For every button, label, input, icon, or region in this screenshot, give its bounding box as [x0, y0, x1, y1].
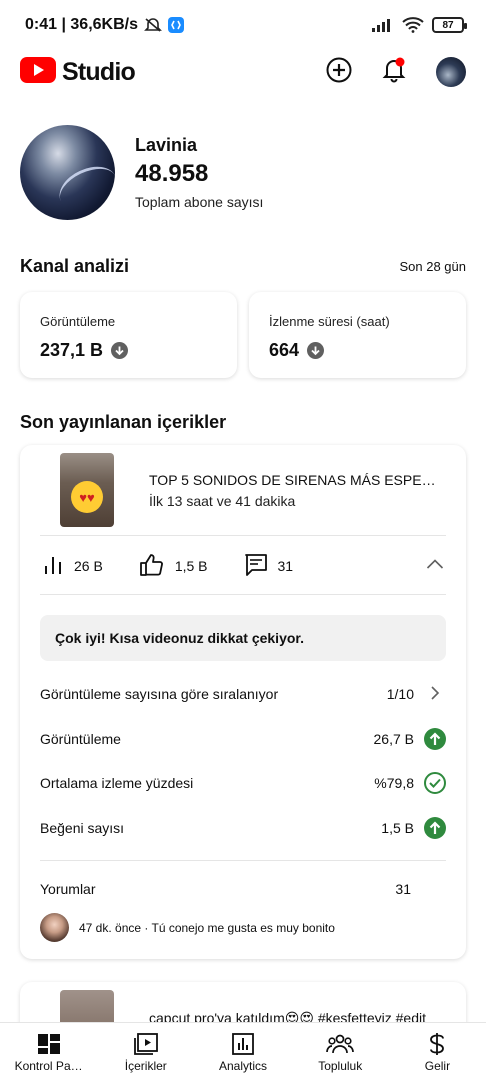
analytics-range: Son 28 gün	[399, 259, 466, 274]
logo-text: Studio	[62, 57, 136, 86]
wifi-icon	[402, 17, 424, 33]
video-thumbnail[interactable]: ♥♥	[60, 453, 114, 527]
comment-text: 47 dk. önce · Tú conejo me gusta es muy …	[79, 920, 335, 935]
heart-eyes-emoji-icon: ♥♥	[71, 481, 103, 513]
dashboard-icon	[37, 1033, 61, 1055]
mute-icon	[144, 17, 162, 33]
thumbs-up-icon	[139, 553, 165, 580]
nav-community-label: Topluluk	[318, 1059, 363, 1073]
video-row[interactable]: ♥♥ TOP 5 SONIDOS DE SIRENAS MÁS ESPELUZ……	[60, 453, 446, 527]
likes-metric: 1,5 B	[139, 553, 208, 580]
video-period: İlk 13 saat ve 41 dakika	[149, 492, 296, 509]
views-card[interactable]: Görüntüleme 237,1 B	[20, 292, 237, 378]
create-icon[interactable]	[326, 57, 352, 88]
account-avatar[interactable]	[436, 57, 466, 87]
rank-row[interactable]: Görüntüleme sayısına göre sıralanıyor 1/…	[40, 679, 446, 709]
subscriber-count: 48.958	[135, 160, 209, 187]
analytics-icon	[232, 1033, 254, 1055]
rank-label: Görüntüleme sayısına göre sıralanıyor	[40, 686, 279, 702]
subscriber-label: Toplam abone sayısı	[135, 194, 264, 210]
views-detail-value: 26,7 B	[373, 731, 414, 747]
youtube-logo-icon	[20, 56, 56, 88]
watchtime-card[interactable]: İzlenme süresi (saat) 664	[249, 292, 466, 378]
collapse-chevron-icon[interactable]	[426, 557, 444, 575]
chevron-right-icon	[424, 684, 446, 705]
channel-profile: Lavinia 48.958 Toplam abone sayısı	[20, 125, 263, 220]
trend-down-icon	[111, 342, 129, 359]
comment-icon	[244, 553, 268, 580]
nav-earn-label: Gelir	[424, 1059, 451, 1073]
views-card-value: 237,1 B	[40, 340, 104, 360]
nav-analytics-label: Analytics	[218, 1059, 268, 1073]
notifications-icon[interactable]	[382, 57, 406, 88]
app-header: Studio	[0, 52, 486, 92]
comments-detail-row[interactable]: Yorumlar 31	[40, 874, 411, 904]
nav-dashboard-label: Kontrol Pa…	[14, 1059, 83, 1073]
trend-down-icon	[307, 342, 325, 359]
views-metric-value: 26 B	[74, 558, 103, 574]
comments-detail-label: Yorumlar	[40, 881, 96, 897]
views-detail-row: Görüntüleme 26,7 B	[40, 724, 446, 754]
likes-metric-value: 1,5 B	[174, 558, 208, 574]
performance-banner: Çok iyi! Kısa videonuz dikkat çekiyor.	[40, 615, 446, 661]
nav-content-label: İçerikler	[124, 1059, 167, 1073]
bottom-navigation: Kontrol Pa… İçerikler Analytics Topluluk…	[0, 1022, 486, 1080]
comments-detail-value: 31	[395, 881, 411, 897]
trend-up-icon	[424, 817, 446, 839]
views-bars-icon	[42, 554, 64, 579]
views-detail-label: Görüntüleme	[40, 731, 121, 747]
nav-community[interactable]: Topluluk	[292, 1023, 389, 1080]
watchtime-card-label: İzlenme süresi (saat)	[269, 314, 390, 329]
avg-detail-value: %79,8	[374, 775, 414, 791]
channel-avatar[interactable]	[20, 125, 115, 220]
rank-value: 1/10	[386, 686, 414, 702]
nav-earn[interactable]: Gelir	[389, 1023, 486, 1080]
commenter-avatar	[40, 913, 69, 942]
analytics-title: Kanal analizi	[20, 256, 130, 276]
trend-up-icon	[424, 728, 446, 750]
watchtime-card-value: 664	[269, 340, 300, 360]
latest-comment[interactable]: 47 dk. önce · Tú conejo me gusta es muy …	[40, 913, 446, 942]
avg-detail-row: Ortalama izleme yüzdesi %79,8	[40, 768, 446, 798]
recent-title: Son yayınlanan içerikler	[20, 412, 227, 432]
status-bar: 0:41 | 36,6KB/s 87	[0, 0, 486, 50]
views-card-label: Görüntüleme	[40, 314, 116, 329]
likes-detail-label: Beğeni sayısı	[40, 820, 125, 836]
video-title: TOP 5 SONIDOS DE SIRENAS MÁS ESPELUZ…	[149, 471, 439, 488]
comments-metric: 31	[244, 553, 294, 580]
divider	[40, 860, 446, 861]
avg-detail-label: Ortalama izleme yüzdesi	[40, 775, 194, 791]
nav-analytics[interactable]: Analytics	[194, 1023, 291, 1080]
views-metric: 26 B	[42, 554, 103, 579]
comments-metric-value: 31	[277, 558, 294, 574]
channel-name: Lavinia	[135, 135, 198, 155]
signal-icon	[372, 18, 394, 32]
nav-dashboard[interactable]: Kontrol Pa…	[0, 1023, 97, 1080]
likes-detail-row: Beğeni sayısı 1,5 B	[40, 813, 446, 843]
earn-icon	[428, 1033, 446, 1055]
battery-indicator: 87	[432, 17, 467, 33]
studio-logo[interactable]: Studio	[20, 56, 136, 88]
community-icon	[326, 1033, 355, 1055]
divider	[40, 535, 446, 536]
status-time: 0:41 | 36,6KB/s	[25, 16, 138, 33]
nav-content[interactable]: İçerikler	[97, 1023, 194, 1080]
likes-detail-value: 1,5 B	[381, 820, 414, 836]
divider	[40, 594, 446, 595]
content-icon	[133, 1033, 158, 1055]
shazam-icon	[167, 17, 184, 33]
video-metrics: 26 B 1,5 B 31	[42, 548, 444, 584]
check-circle-icon	[424, 772, 446, 794]
recent-video-card: ♥♥ TOP 5 SONIDOS DE SIRENAS MÁS ESPELUZ……	[20, 445, 466, 959]
